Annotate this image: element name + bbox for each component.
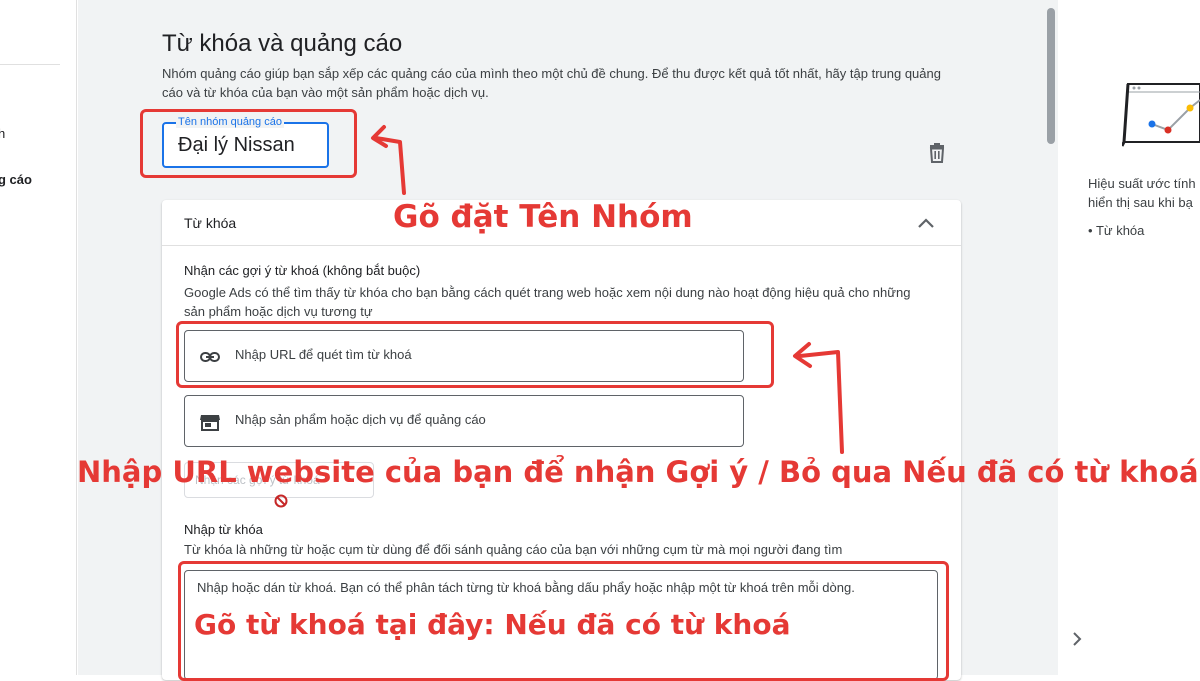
annotation-name-hint: Gõ đặt Tên Nhóm: [393, 199, 693, 235]
product-service-label: Nhập sản phẩm hoặc dịch vụ để quảng cáo: [235, 412, 486, 427]
chevron-up-icon[interactable]: [914, 212, 938, 236]
nav-divider: [0, 64, 60, 65]
product-service-option[interactable]: Nhập sản phẩm hoặc dịch vụ để quảng cáo: [184, 395, 744, 447]
left-navigation: h g cáo: [0, 0, 77, 675]
annotation-url-hint: Nhập URL website của bạn để nhận Gợi ý /…: [77, 455, 1199, 489]
chevron-right-icon[interactable]: [1068, 630, 1086, 648]
annotation-keyword-hint: Gõ từ khoá tại đây: Nếu đã có từ khoá: [194, 608, 791, 641]
nav-item-active[interactable]: g cáo: [0, 172, 32, 187]
suggestions-description: Google Ads có thể tìm thấy từ khóa cho b…: [184, 285, 911, 319]
estimate-bullet-label: Từ khóa: [1095, 223, 1145, 238]
no-entry-icon: [274, 494, 288, 508]
enter-keywords-title: Nhập từ khóa: [184, 522, 263, 537]
annotation-box-name: [140, 109, 357, 178]
page-title: Từ khóa và quảng cáo: [162, 30, 403, 57]
keywords-card-title: Từ khóa: [184, 215, 237, 231]
estimate-bullet: • Từ khóa: [1088, 223, 1145, 238]
page-description: Nhóm quảng cáo giúp bạn sắp xếp các quản…: [162, 66, 941, 100]
annotation-box-url: [176, 321, 774, 388]
enter-keywords-description: Từ khóa là những từ hoặc cụm từ dùng để …: [184, 542, 843, 557]
performance-illustration: [1122, 83, 1200, 147]
suggestions-title: Nhận các gợi ý từ khoá (không bắt buộc): [184, 263, 421, 278]
store-icon: [200, 415, 220, 431]
estimate-text: Hiệu suất ước tính hiển thị sau khi bạ: [1088, 174, 1200, 212]
nav-item[interactable]: h: [0, 126, 5, 141]
scrollbar-thumb[interactable]: [1047, 8, 1055, 144]
estimate-line-2: hiển thị sau khi bạ: [1088, 195, 1193, 210]
trash-icon[interactable]: [928, 143, 946, 163]
estimate-line-1: Hiệu suất ước tính: [1088, 176, 1196, 191]
